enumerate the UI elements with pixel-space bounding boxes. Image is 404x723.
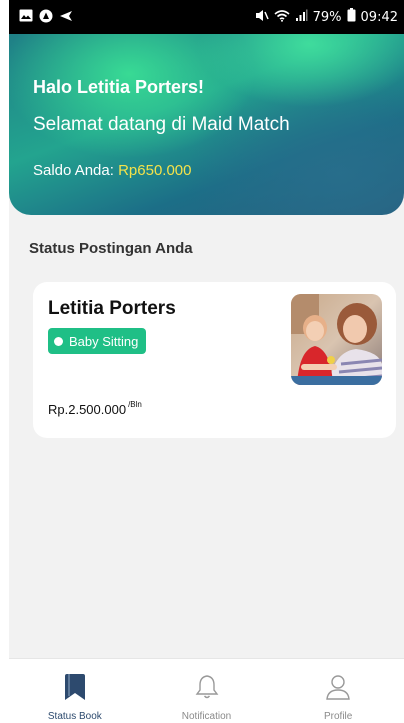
service-tag: Baby Sitting <box>48 328 147 354</box>
tag-dot-icon <box>54 336 63 346</box>
section-title: Status Postingan Anda <box>29 240 193 257</box>
saldo-text: Saldo Anda: Rp650.000 <box>33 162 191 179</box>
saldo-label: Saldo Anda: <box>33 162 119 179</box>
posting-name: Letitia Porters <box>48 298 176 319</box>
status-right: 79% 09:42 <box>255 8 398 26</box>
nav-profile[interactable]: Profile <box>272 659 404 723</box>
bottom-nav: Status Book Notification Profile <box>9 658 404 723</box>
wifi-icon <box>274 9 290 26</box>
welcome-header: Halo Letitia Porters! Selamat datang di … <box>9 34 404 215</box>
bell-icon <box>195 674 219 703</box>
nav-profile-label: Profile <box>324 711 353 722</box>
service-tag-label: Baby Sitting <box>69 333 139 349</box>
battery-percent: 79% <box>312 9 342 25</box>
babysitter-photo <box>291 294 382 385</box>
posting-card[interactable]: Letitia Porters Baby Sitting Rp.2.500.00… <box>33 282 396 438</box>
price-unit: /Bln <box>128 400 142 409</box>
nav-status-book[interactable]: Status Book <box>9 659 141 723</box>
signal-icon <box>295 9 308 26</box>
welcome-text: Selamat datang di Maid Match <box>33 114 290 135</box>
status-bar: 79% 09:42 <box>9 0 404 34</box>
saldo-amount: Rp650.000 <box>118 162 192 179</box>
nav-notification[interactable]: Notification <box>141 659 273 723</box>
bookmark-icon <box>64 674 85 703</box>
app-notification-icon <box>39 9 53 26</box>
nav-status-book-label: Status Book <box>47 711 102 722</box>
battery-icon <box>347 8 356 26</box>
price-amount: Rp.2.500.000 <box>48 402 127 417</box>
status-time: 09:42 <box>360 9 398 25</box>
send-icon <box>59 9 73 25</box>
greeting-text: Halo Letitia Porters! <box>33 77 205 97</box>
nav-notification-label: Notification <box>181 711 232 722</box>
gallery-icon <box>19 9 33 25</box>
posting-price: Rp.2.500.000/Bln <box>48 400 142 417</box>
status-left <box>19 9 73 26</box>
mute-icon <box>255 9 269 26</box>
app-screen: 79% 09:42 Halo Letitia Porters! Selamat … <box>9 0 404 723</box>
user-icon <box>325 674 351 703</box>
